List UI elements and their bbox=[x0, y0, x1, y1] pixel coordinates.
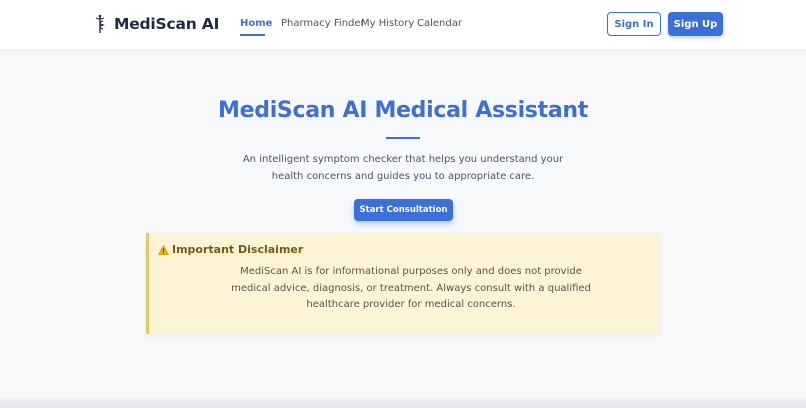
nav-active-indicator bbox=[240, 34, 265, 36]
sign-up-button[interactable]: Sign Up bbox=[668, 12, 723, 36]
brand-logo[interactable]: MediScan AI bbox=[94, 14, 219, 34]
page-bottom-edge bbox=[0, 398, 806, 408]
hero-divider bbox=[386, 137, 420, 139]
nav-home[interactable]: Home bbox=[240, 18, 272, 29]
hero-title: MediScan AI Medical Assistant bbox=[218, 98, 588, 123]
start-consultation-button[interactable]: Start Consultation bbox=[354, 199, 453, 221]
nav-my-history[interactable]: My History bbox=[361, 18, 414, 29]
disclaimer-body: MediScan AI is for informational purpose… bbox=[231, 266, 591, 310]
brand-name: MediScan AI bbox=[114, 15, 220, 33]
disclaimer-box: Important Disclaimer MediScan AI is for … bbox=[146, 233, 660, 334]
top-navbar: MediScan AI Home Pharmacy Finder My Hist… bbox=[0, 0, 806, 49]
sign-in-button[interactable]: Sign In bbox=[607, 12, 661, 36]
nav-calendar[interactable]: Calendar bbox=[417, 18, 462, 29]
hero-description: An intelligent symptom checker that help… bbox=[242, 154, 564, 182]
warning-icon bbox=[158, 244, 169, 255]
caduceus-icon bbox=[95, 14, 105, 33]
disclaimer-title: Important Disclaimer bbox=[172, 243, 304, 256]
nav-pharmacy-finder[interactable]: Pharmacy Finder bbox=[281, 18, 365, 29]
disclaimer-header: Important Disclaimer bbox=[158, 243, 303, 256]
